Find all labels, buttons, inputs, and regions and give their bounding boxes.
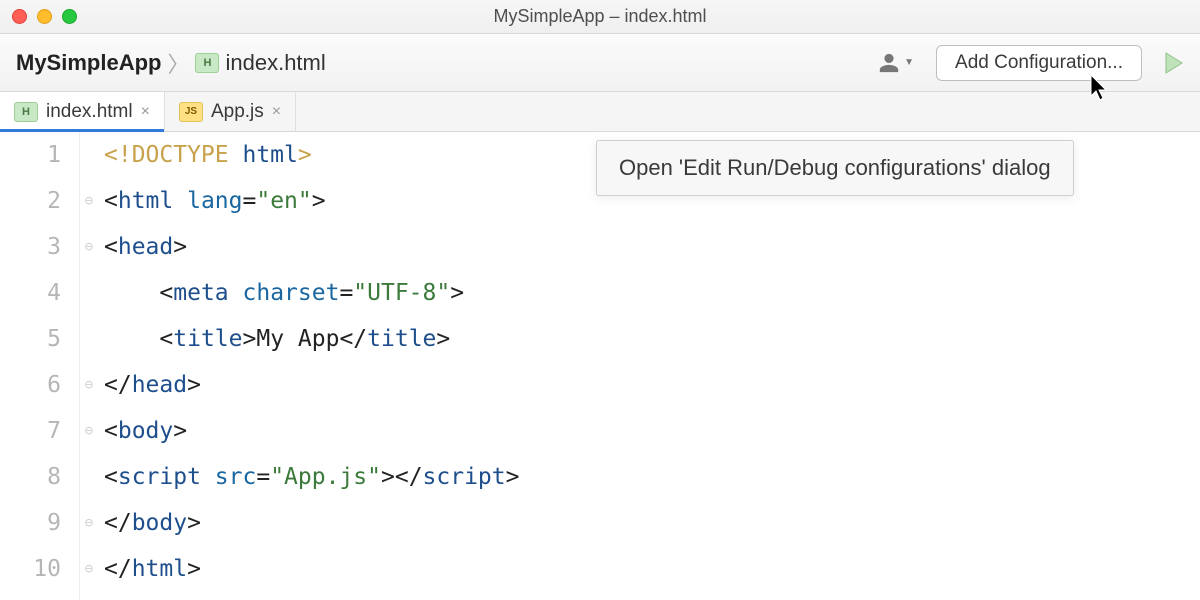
line-number: 5: [0, 316, 61, 362]
window-controls: [12, 9, 77, 24]
close-tab-icon[interactable]: ×: [141, 103, 150, 121]
code-line[interactable]: <meta charset="UTF-8">: [104, 270, 1200, 316]
play-icon: [1164, 52, 1184, 74]
line-number: 2: [0, 178, 61, 224]
window-title: MySimpleApp – index.html: [0, 6, 1200, 27]
line-number: 10: [0, 546, 61, 592]
close-tab-icon[interactable]: ×: [272, 103, 281, 121]
titlebar: MySimpleApp – index.html: [0, 0, 1200, 34]
breadcrumb-file[interactable]: index.html: [225, 50, 325, 76]
fold-marker-icon: [80, 132, 98, 178]
code-area[interactable]: <!DOCTYPE html><html lang="en"><head> <m…: [98, 132, 1200, 600]
code-line[interactable]: </body>: [104, 500, 1200, 546]
code-editor[interactable]: 12345678910 ⊖⊖⊖⊖⊖⊖ <!DOCTYPE html><html …: [0, 132, 1200, 600]
fold-marker-icon: [80, 454, 98, 500]
line-number: 6: [0, 362, 61, 408]
minimize-window-button[interactable]: [37, 9, 52, 24]
line-number: 1: [0, 132, 61, 178]
js-file-icon: JS: [179, 102, 203, 122]
line-number-gutter: 12345678910: [0, 132, 80, 600]
run-button[interactable]: [1164, 52, 1184, 74]
tooltip: Open 'Edit Run/Debug configurations' dia…: [596, 140, 1074, 196]
tab-index-html[interactable]: Hindex.html ×: [0, 92, 165, 131]
fold-marker-icon[interactable]: ⊖: [80, 362, 98, 408]
fold-marker-icon[interactable]: ⊖: [80, 224, 98, 270]
code-line[interactable]: </head>: [104, 362, 1200, 408]
line-number: 7: [0, 408, 61, 454]
html-file-icon: H: [14, 102, 38, 122]
html-file-icon: H: [195, 53, 219, 73]
editor-tabs: Hindex.html × JS App.js ×: [0, 92, 1200, 132]
line-number: 9: [0, 500, 61, 546]
maximize-window-button[interactable]: [62, 9, 77, 24]
toolbar: MySimpleApp 〉 H index.html ▼ Add Configu…: [0, 34, 1200, 92]
code-line[interactable]: <head>: [104, 224, 1200, 270]
breadcrumb-project[interactable]: MySimpleApp: [16, 50, 161, 76]
breadcrumb-separator-icon: 〉: [167, 47, 189, 79]
fold-marker-icon[interactable]: ⊖: [80, 546, 98, 592]
fold-marker-icon[interactable]: ⊖: [80, 178, 98, 224]
code-line[interactable]: <script src="App.js"></script>: [104, 454, 1200, 500]
fold-marker-icon[interactable]: ⊖: [80, 500, 98, 546]
add-configuration-button[interactable]: Add Configuration...: [936, 45, 1142, 81]
close-window-button[interactable]: [12, 9, 27, 24]
code-line[interactable]: <body>: [104, 408, 1200, 454]
breadcrumb: MySimpleApp 〉 H index.html: [16, 47, 326, 79]
fold-marker-icon[interactable]: ⊖: [80, 408, 98, 454]
code-line[interactable]: <title>My App</title>: [104, 316, 1200, 362]
tab-label: App.js: [211, 101, 264, 123]
fold-marker-icon: [80, 316, 98, 362]
fold-marker-icon: [80, 270, 98, 316]
tab-label: index.html: [46, 101, 133, 123]
user-menu[interactable]: ▼: [878, 52, 914, 74]
fold-gutter: ⊖⊖⊖⊖⊖⊖: [80, 132, 98, 600]
line-number: 4: [0, 270, 61, 316]
line-number: 8: [0, 454, 61, 500]
line-number: 3: [0, 224, 61, 270]
tab-app-js[interactable]: JS App.js ×: [165, 92, 296, 131]
user-icon: [878, 52, 900, 74]
code-line[interactable]: </html>: [104, 546, 1200, 592]
chevron-down-icon: ▼: [904, 57, 914, 68]
